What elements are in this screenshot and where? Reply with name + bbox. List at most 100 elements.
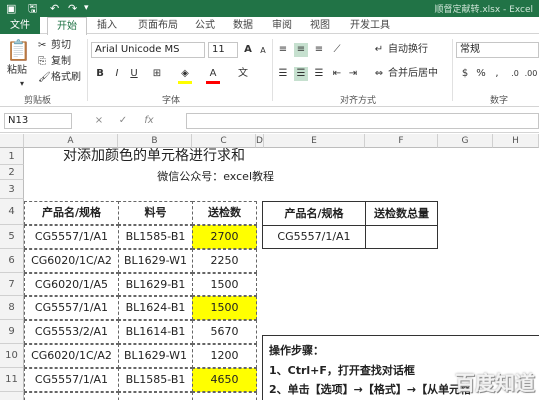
font-size-select[interactable]: 11 xyxy=(208,42,238,58)
row-header[interactable]: 9 xyxy=(0,320,24,344)
table-cell[interactable]: BL1614-B1 xyxy=(118,320,193,344)
table-cell[interactable] xyxy=(24,392,119,400)
align-top-icon[interactable]: ≡ xyxy=(276,43,290,57)
decrease-indent-icon[interactable]: ⇤ xyxy=(330,67,344,81)
orientation-icon[interactable]: ⟋ xyxy=(330,43,344,57)
row-header[interactable]: 2 xyxy=(0,165,24,180)
font-color-button[interactable]: A xyxy=(206,67,220,84)
wrap-text-icon[interactable]: ↵ xyxy=(372,43,386,57)
summary-header-product[interactable]: 产品名/规格 xyxy=(262,201,366,226)
table-cell[interactable]: CG5557/1/A1 xyxy=(24,225,119,249)
tab-home[interactable]: 开始 xyxy=(47,17,87,36)
select-all-corner[interactable] xyxy=(0,134,24,148)
decrease-decimal-icon[interactable]: .00 xyxy=(524,67,538,81)
row-header[interactable]: 4 xyxy=(0,199,24,225)
percent-icon[interactable]: % xyxy=(474,67,488,81)
function-icon[interactable]: fx xyxy=(140,114,158,128)
column-header-e[interactable]: E xyxy=(264,134,365,148)
table-cell-highlighted[interactable]: 1500 xyxy=(192,296,257,320)
copy-button[interactable]: 复制 xyxy=(51,55,71,69)
sheet-subtitle[interactable]: 微信公众号：excel教程 xyxy=(24,169,274,184)
column-header-b[interactable]: B xyxy=(118,134,192,148)
formula-input[interactable] xyxy=(186,113,539,129)
bold-button[interactable]: B xyxy=(93,67,107,81)
row-header[interactable]: 8 xyxy=(0,296,24,320)
table-cell[interactable]: 2250 xyxy=(192,249,257,273)
tab-formulas[interactable]: 公式 xyxy=(188,17,222,34)
table-cell[interactable]: BL1585-B1 xyxy=(118,225,193,249)
table-cell[interactable]: BL1629-W1 xyxy=(118,344,193,368)
summary-total-cell[interactable] xyxy=(365,225,438,249)
tab-page-layout[interactable]: 页面布局 xyxy=(130,17,186,34)
column-header-a[interactable]: A xyxy=(24,134,118,148)
increase-decimal-icon[interactable]: .0 xyxy=(508,67,522,81)
table-cell[interactable] xyxy=(192,392,257,400)
align-bottom-icon[interactable]: ≡ xyxy=(312,43,326,57)
worksheet-grid[interactable]: A B C D E F G H 1 2 3 4 5 6 7 8 9 10 11 … xyxy=(0,134,539,400)
borders-icon[interactable]: ⊞ xyxy=(150,67,164,81)
wrap-text-button[interactable]: 自动换行 xyxy=(388,43,428,57)
header-product[interactable]: 产品名/规格 xyxy=(24,201,119,225)
italic-button[interactable]: I xyxy=(110,67,124,81)
font-name-select[interactable]: Arial Unicode MS xyxy=(91,42,205,58)
cut-button[interactable]: 剪切 xyxy=(51,39,71,53)
align-center-icon[interactable]: ☰ xyxy=(294,67,308,81)
comma-icon[interactable]: , xyxy=(490,67,504,81)
table-cell[interactable]: CG6020/1C/A2 xyxy=(24,344,119,368)
column-header-d[interactable]: D xyxy=(256,134,264,148)
summary-product-cell[interactable]: CG5557/1/A1 xyxy=(262,225,366,249)
table-cell-highlighted[interactable]: 4650 xyxy=(192,368,257,392)
table-cell[interactable]: CG5557/1/A1 xyxy=(24,296,119,320)
table-cell[interactable]: BL1585-B1 xyxy=(118,368,193,392)
sheet-title[interactable]: 对添加颜色的单元格进行求和 xyxy=(24,148,264,165)
table-cell[interactable]: 1500 xyxy=(192,273,257,296)
table-cell[interactable]: 1200 xyxy=(192,344,257,368)
table-cell[interactable] xyxy=(118,392,193,400)
number-format-select[interactable]: 常规 xyxy=(456,42,539,58)
row-header[interactable]: 1 xyxy=(0,148,24,165)
paste-dropdown-icon[interactable]: ▾ xyxy=(20,77,24,91)
format-painter-button[interactable]: 格式刷 xyxy=(51,71,81,85)
table-cell[interactable]: BL1629-W1 xyxy=(118,249,193,273)
row-header[interactable]: 7 xyxy=(0,273,24,296)
cut-icon[interactable]: ✂ xyxy=(38,39,46,53)
paste-button[interactable]: 粘贴 xyxy=(7,64,27,78)
row-header[interactable]: 10 xyxy=(0,344,24,368)
name-box[interactable]: N13 xyxy=(4,113,72,129)
undo-icon[interactable]: ↶ xyxy=(50,1,59,16)
row-header[interactable]: 11 xyxy=(0,368,24,392)
tab-insert[interactable]: 插入 xyxy=(88,17,126,34)
column-header-c[interactable]: C xyxy=(192,134,256,148)
align-left-icon[interactable]: ☰ xyxy=(276,67,290,81)
currency-icon[interactable]: $ xyxy=(458,67,472,81)
fill-color-icon[interactable]: ◈ xyxy=(178,67,192,84)
header-part-no[interactable]: 料号 xyxy=(118,201,193,225)
column-header-f[interactable]: F xyxy=(365,134,438,148)
merge-center-icon[interactable]: ⇔ xyxy=(372,67,386,81)
header-qty[interactable]: 送检数 xyxy=(192,201,257,225)
table-cell[interactable]: BL1624-B1 xyxy=(118,296,193,320)
align-middle-icon[interactable]: ≡ xyxy=(294,43,308,57)
tab-review[interactable]: 审阅 xyxy=(265,17,299,34)
redo-icon[interactable]: ↷ xyxy=(68,1,77,16)
table-cell[interactable]: CG5553/2/A1 xyxy=(24,320,119,344)
table-cell[interactable]: CG5557/1/A1 xyxy=(24,368,119,392)
underline-button[interactable]: U xyxy=(127,67,141,81)
save-icon[interactable]: 🖫 xyxy=(28,1,37,16)
tab-view[interactable]: 视图 xyxy=(303,17,337,34)
customize-qat-icon[interactable]: ▾ xyxy=(84,1,89,16)
grow-font-icon[interactable]: A xyxy=(241,43,255,57)
row-header[interactable] xyxy=(0,392,24,400)
phonetic-icon[interactable]: 文 xyxy=(236,67,250,81)
column-header-h[interactable]: H xyxy=(493,134,539,148)
cancel-icon[interactable]: × xyxy=(92,114,106,128)
table-cell[interactable]: 5670 xyxy=(192,320,257,344)
table-cell-highlighted[interactable]: 2700 xyxy=(192,225,257,249)
tab-developer[interactable]: 开发工具 xyxy=(342,17,398,34)
increase-indent-icon[interactable]: ⇥ xyxy=(346,67,360,81)
column-header-g[interactable]: G xyxy=(438,134,493,148)
shrink-font-icon[interactable]: A xyxy=(256,44,270,58)
merge-center-button[interactable]: 合并后居中 xyxy=(388,67,438,81)
table-cell[interactable]: CG6020/1C/A2 xyxy=(24,249,119,273)
format-painter-icon[interactable]: 🖌 xyxy=(38,71,51,85)
